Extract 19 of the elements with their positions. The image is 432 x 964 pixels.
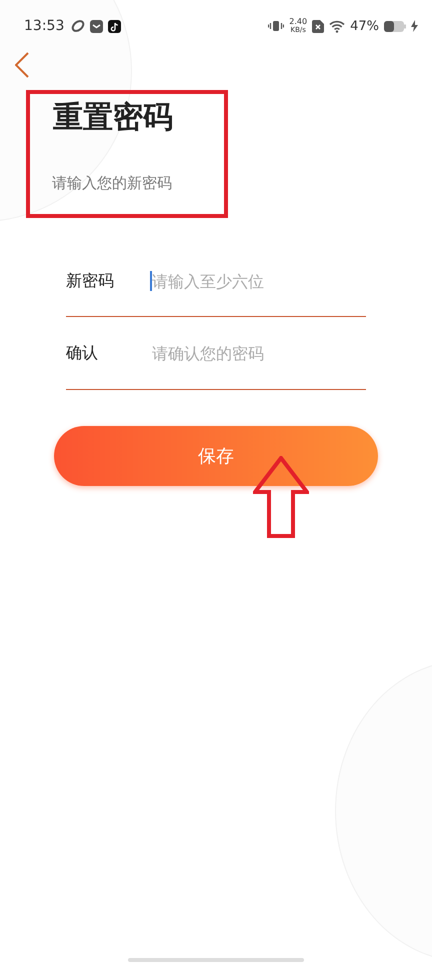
field-label: 确认 xyxy=(66,342,99,364)
wifi-icon xyxy=(329,20,346,32)
mail-icon xyxy=(90,20,104,32)
charging-icon xyxy=(411,20,418,32)
page-subtitle: 请输入您的新密码 xyxy=(52,174,173,193)
music-note-icon xyxy=(108,20,122,32)
password-field[interactable]: 请确认您的密码 xyxy=(150,343,366,363)
back-button[interactable] xyxy=(14,52,30,80)
field-label: 新密码 xyxy=(66,270,115,292)
battery-percent: 47% xyxy=(350,18,379,34)
battery-icon xyxy=(384,20,406,32)
network-speed: 2.40 xyxy=(289,18,308,26)
status-time: 13:53 xyxy=(24,18,64,34)
page-title: 重置密码 xyxy=(53,99,174,137)
save-button[interactable]: 保存 xyxy=(54,426,378,486)
sim-icon xyxy=(312,20,324,32)
password-field[interactable]: 请输入至少六位 xyxy=(150,271,366,291)
vibrate-icon xyxy=(268,20,284,32)
up-arrow-icon xyxy=(253,456,309,538)
